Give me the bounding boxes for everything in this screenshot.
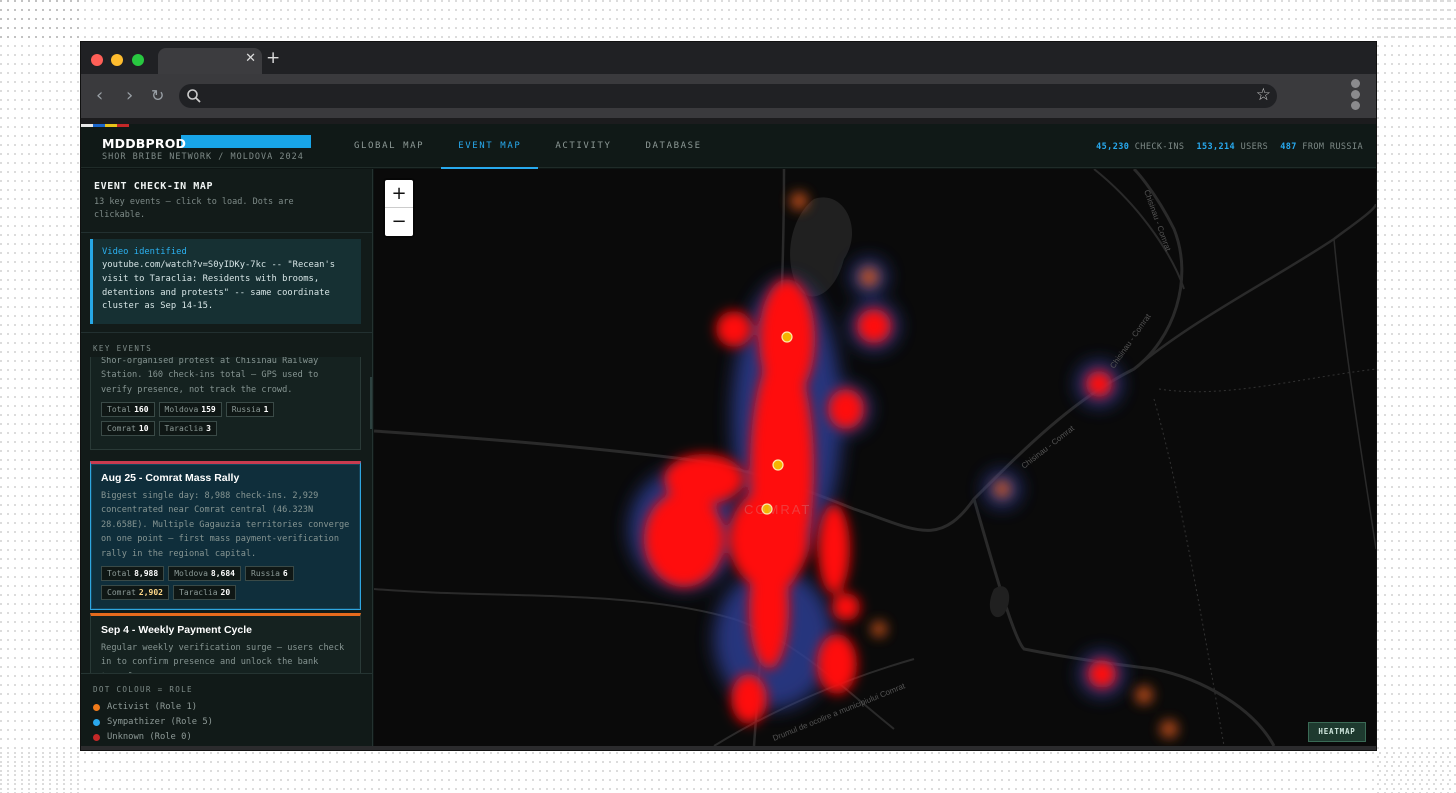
- event-title: Aug 25 - Comrat Mass Rally: [101, 472, 240, 484]
- browser-menu-icon[interactable]: [1351, 79, 1361, 112]
- brand-accent-bar: [181, 135, 311, 148]
- stat-chip-taraclia: Taraclia 3: [158, 421, 217, 437]
- legend-item-activist: Activist (Role 1): [93, 702, 197, 712]
- browser-window: ✕ + ‹ › ↻ ☆ MDDBPROD SHOR BRIBE NETWORK …: [81, 42, 1376, 750]
- browser-toolbar: ‹ › ↻ ☆: [81, 74, 1376, 118]
- zoom-control: + −: [385, 180, 413, 236]
- stat-chip-moldova: Moldova 8,684: [168, 566, 241, 582]
- sidebar-subtitle: 13 key events — click to load. Dots are …: [94, 197, 294, 220]
- stat-chip-russia: Russia 1: [225, 402, 275, 418]
- minimize-window-button[interactable]: [111, 54, 123, 66]
- callout-body: youtube.com/watch?v=S0yIDKy-7kc -- "Rece…: [102, 260, 336, 312]
- flag-strip: [81, 124, 129, 127]
- forward-icon[interactable]: ›: [126, 85, 133, 106]
- event-card-selected[interactable]: Aug 25 - Comrat Mass Rally Biggest singl…: [90, 461, 361, 610]
- stat-chip-total: Total 160: [101, 402, 155, 418]
- browser-tabbar: ✕ +: [81, 42, 1376, 74]
- stat-russia: 487 FROM RUSSIA: [1280, 142, 1363, 152]
- map-canvas[interactable]: COMRAT Chisinau - Comrat Chisinau - Comr…: [374, 169, 1376, 746]
- key-events-label: KEY EVENTS: [93, 344, 153, 353]
- stat-chip-taraclia: Taraclia 20: [173, 585, 237, 601]
- stat-users: 153,214 USERS: [1196, 142, 1269, 152]
- brand-logo[interactable]: MDDBPROD: [102, 136, 186, 151]
- stat-chip-comrat: Comrat 10: [101, 421, 155, 437]
- nav-activity[interactable]: ACTIVITY: [538, 124, 628, 168]
- event-description: Regular weekly verification surge — user…: [101, 643, 345, 673]
- close-window-button[interactable]: [91, 54, 103, 66]
- event-title: Sep 4 - Weekly Payment Cycle: [101, 624, 252, 636]
- sidebar: EVENT CHECK-IN MAP 13 key events — click…: [81, 169, 373, 746]
- legend-dot: [93, 718, 100, 726]
- checkin-dot[interactable]: [781, 331, 793, 343]
- search-icon: [187, 89, 201, 103]
- stat-chip-russia: Russia 6: [245, 566, 294, 582]
- nav-global-map[interactable]: GLOBAL MAP: [337, 124, 441, 168]
- back-icon[interactable]: ‹: [96, 85, 103, 106]
- bookmark-star-icon[interactable]: ☆: [1256, 85, 1271, 105]
- address-bar[interactable]: ☆: [179, 84, 1277, 108]
- nav-database[interactable]: DATABASE: [629, 124, 719, 168]
- window-bottom-edge: [81, 746, 1376, 750]
- divider: [81, 332, 372, 333]
- legend-item-sympathizer: Sympathizer (Role 5): [93, 717, 213, 727]
- main-nav: GLOBAL MAP EVENT MAP ACTIVITY DATABASE: [337, 124, 719, 169]
- divider: [81, 232, 372, 233]
- event-stats: Total 8,988 Moldova 8,684 Russia 6 Comrat 2,…: [101, 566, 331, 601]
- role-legend: DOT COLOUR = ROLE Activist (Role 1) Symp…: [81, 673, 372, 746]
- stat-chip-moldova: Moldova 159: [158, 402, 222, 418]
- event-description: Biggest single day: 8,988 check-ins. 2,9…: [101, 491, 350, 559]
- legend-title: DOT COLOUR = ROLE: [93, 685, 193, 694]
- map-label-road: Chisinau - Comrat: [1108, 312, 1153, 371]
- new-tab-button[interactable]: +: [266, 48, 280, 68]
- event-list[interactable]: Shor-organised protest at Chisinau Railw…: [81, 357, 372, 673]
- basemap-roads: [374, 169, 1376, 746]
- map-label-city: COMRAT: [744, 502, 811, 517]
- app-root: MDDBPROD SHOR BRIBE NETWORK / MOLDOVA 20…: [81, 124, 1376, 746]
- heatmap-toggle-button[interactable]: HEATMAP: [1308, 722, 1366, 742]
- event-stats: Total 160 Moldova 159 Russia 1 Comrat 10 Tar…: [101, 402, 331, 437]
- event-card[interactable]: Sep 4 - Weekly Payment Cycle Regular wee…: [90, 613, 361, 673]
- zoom-out-button[interactable]: −: [385, 208, 413, 235]
- maximize-window-button[interactable]: [132, 54, 144, 66]
- scrollbar-thumb[interactable]: [370, 377, 372, 429]
- brand-subtitle: SHOR BRIBE NETWORK / MOLDOVA 2024: [102, 152, 304, 162]
- sidebar-title: EVENT CHECK-IN MAP: [94, 181, 214, 192]
- browser-tab[interactable]: ✕: [158, 48, 262, 74]
- stat-chip-comrat: Comrat 2,902: [101, 585, 169, 601]
- event-map[interactable]: COMRAT Chisinau - Comrat Chisinau - Comr…: [374, 169, 1376, 746]
- header-stats: 45,230 CHECK-INS 153,214 USERS 487 FROM …: [1096, 142, 1363, 152]
- close-tab-icon[interactable]: ✕: [245, 51, 256, 66]
- video-callout[interactable]: Video identified youtube.com/watch?v=S0y…: [90, 239, 361, 324]
- reload-icon[interactable]: ↻: [151, 86, 164, 105]
- zoom-in-button[interactable]: +: [385, 180, 413, 208]
- event-card[interactable]: Shor-organised protest at Chisinau Railw…: [90, 357, 361, 450]
- nav-event-map[interactable]: EVENT MAP: [441, 124, 539, 169]
- legend-item-unknown: Unknown (Role 0): [93, 732, 192, 742]
- checkin-dot[interactable]: [772, 459, 784, 471]
- stat-checkins: 45,230 CHECK-INS: [1096, 142, 1185, 152]
- event-description: Shor-organised protest at Chisinau Railw…: [101, 357, 319, 395]
- legend-dot: [93, 703, 100, 711]
- callout-title: Video identified: [102, 247, 187, 257]
- stat-chip-total: Total 8,988: [101, 566, 165, 582]
- app-header: MDDBPROD SHOR BRIBE NETWORK / MOLDOVA 20…: [81, 124, 1376, 169]
- legend-dot: [93, 733, 100, 741]
